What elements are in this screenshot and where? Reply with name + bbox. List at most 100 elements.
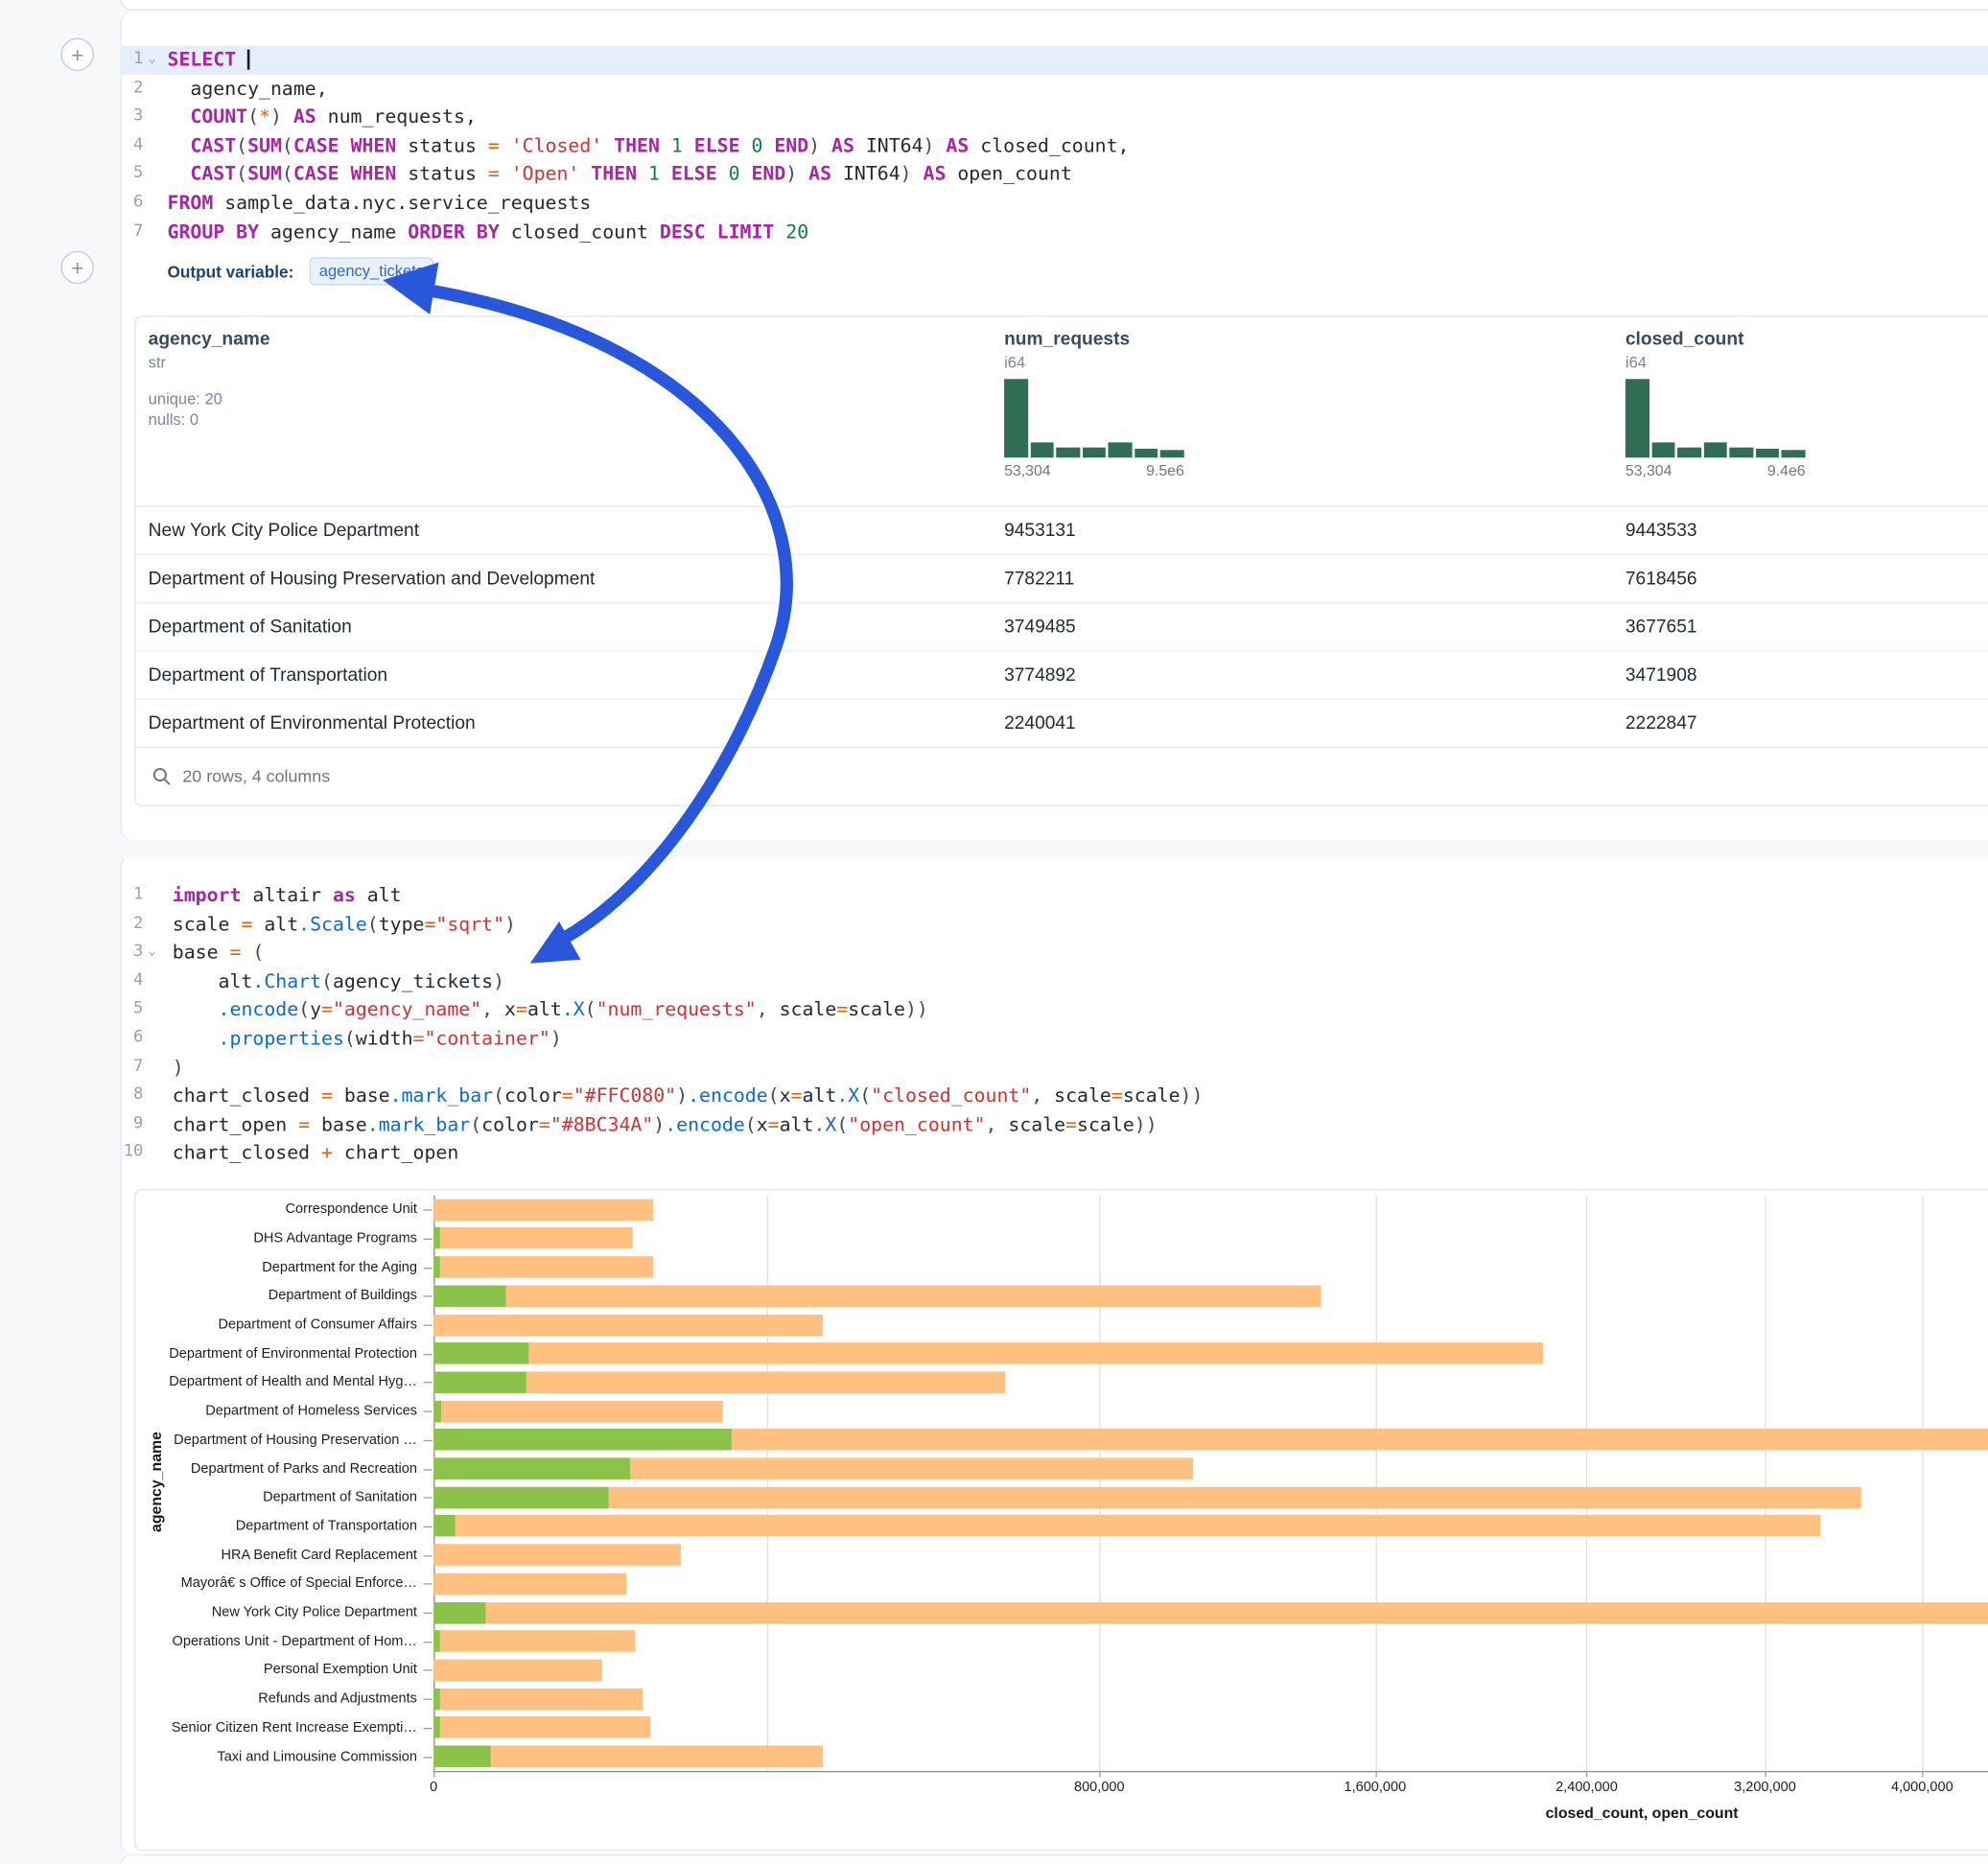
bar-closed[interactable] <box>433 1660 601 1681</box>
code-line[interactable]: 2 agency_name, <box>122 74 1988 103</box>
bar-open[interactable] <box>433 1371 526 1392</box>
table-cell: Department of Environmental Protection <box>149 713 1004 734</box>
code-line[interactable]: 3 COUNT(*) AS num_requests, <box>122 103 1988 131</box>
bar-closed[interactable] <box>433 1516 1820 1537</box>
code-line[interactable]: 5 .encode(y="agency_name", x=alt.X("num_… <box>122 995 1988 1024</box>
bar-closed[interactable] <box>433 1285 1321 1306</box>
y-axis-tick <box>424 1670 433 1671</box>
table-row[interactable]: Department of Sanitation37494853677651 <box>135 602 1988 650</box>
y-axis-tick <box>424 1555 433 1556</box>
code-line[interactable]: 7) <box>122 1053 1988 1082</box>
fold-chevron-icon[interactable]: ⌄ <box>143 939 161 967</box>
bar-open[interactable] <box>433 1429 731 1450</box>
code-line[interactable]: 4 alt.Chart(agency_tickets) <box>122 967 1988 995</box>
histogram-bar <box>1109 443 1133 458</box>
table-cell: Department of Transportation <box>149 665 1004 686</box>
y-axis-label: Personal Exemption Unit <box>135 1660 416 1680</box>
bar-open[interactable] <box>433 1746 491 1767</box>
table-row[interactable]: Department of Housing Preservation and D… <box>135 554 1988 602</box>
bar-closed[interactable] <box>433 1689 643 1710</box>
table-cell: Department of Sanitation <box>149 617 1004 637</box>
fold-chevron-icon[interactable]: ⌄ <box>143 46 161 75</box>
bar-open[interactable] <box>433 1400 441 1421</box>
table-cell: New York City Police Department <box>149 521 1004 541</box>
output-variable-chip[interactable]: agency_tickets <box>309 258 433 286</box>
bar-closed[interactable] <box>433 1314 823 1335</box>
code-line[interactable]: 6 .properties(width="container") <box>122 1024 1988 1053</box>
table-footer: 20 rows, 4 columns <box>135 747 1988 805</box>
bar-closed[interactable] <box>433 1746 823 1767</box>
code-line[interactable]: 4 CAST(SUM(CASE WHEN status = 'Closed' T… <box>122 131 1988 160</box>
y-axis-tick <box>424 1268 433 1269</box>
column-histogram[interactable] <box>1004 380 1184 458</box>
x-axis-label: 1,600,000 <box>1344 1780 1406 1795</box>
bar-open[interactable] <box>433 1631 439 1652</box>
code-text: base = ( <box>161 939 1988 967</box>
code-line[interactable]: 3⌄base = ( <box>122 939 1988 967</box>
bar-open[interactable] <box>433 1602 485 1623</box>
code-text: .properties(width="container") <box>161 1024 1988 1053</box>
bar-closed[interactable] <box>433 1573 626 1595</box>
table-row[interactable]: New York City Police Department945313194… <box>135 507 1988 554</box>
y-axis-label: Correspondence Unit <box>135 1200 416 1220</box>
column-name: num_requests <box>1004 330 1625 350</box>
code-line[interactable]: 8 chart_closed = base.mark_bar(color="#FF… <box>122 1082 1988 1110</box>
code-text: chart_closed = base.mark_bar(color="#FFC… <box>161 1082 1988 1110</box>
fold-chevron-icon <box>143 74 161 103</box>
table-cell: 9443533 <box>1625 521 1988 541</box>
table-row[interactable]: Department of Transportation377489234719… <box>135 650 1988 698</box>
bar-open[interactable] <box>433 1689 440 1710</box>
search-icon[interactable] <box>152 767 172 786</box>
code-line[interactable]: 9chart_open = base.mark_bar(color="#8BC3… <box>122 1110 1988 1139</box>
code-line[interactable]: 1import altair as alt <box>122 881 1988 910</box>
bar-open[interactable] <box>433 1457 630 1479</box>
bar-open[interactable] <box>433 1342 528 1363</box>
bar-closed[interactable] <box>433 1342 1543 1363</box>
table-row[interactable]: Department of Environmental Protection22… <box>135 699 1988 747</box>
code-text: import altair as alt <box>161 881 1988 910</box>
bar-closed[interactable] <box>433 1227 633 1248</box>
bar-open[interactable] <box>433 1486 608 1507</box>
python-editor[interactable]: 1import altair as alt2scale = alt.Scale(… <box>122 857 1988 1168</box>
column-type: str <box>149 354 1004 372</box>
add-cell-button[interactable]: + <box>60 38 93 71</box>
code-text: FROM sample_data.nyc.service_requests <box>161 189 1988 218</box>
code-text: chart_closed + chart_open <box>161 1139 1988 1168</box>
code-text: alt.Chart(agency_tickets) <box>161 967 1988 995</box>
bar-closed[interactable] <box>433 1486 1860 1507</box>
bar-closed[interactable] <box>433 1199 653 1220</box>
code-text: GROUP BY agency_name ORDER BY closed_cou… <box>161 218 1988 246</box>
bar-open[interactable] <box>433 1227 439 1248</box>
code-text: scale = alt.Scale(type="sqrt") <box>161 910 1988 939</box>
code-line[interactable]: 7GROUP BY agency_name ORDER BY closed_co… <box>122 218 1988 246</box>
code-line[interactable]: 1⌄SELECT <box>122 46 1988 75</box>
code-line[interactable]: 10chart_closed + chart_open <box>122 1139 1988 1168</box>
code-line[interactable]: 5 CAST(SUM(CASE WHEN status = 'Open' THE… <box>122 160 1988 189</box>
line-number: 8 <box>122 1082 143 1110</box>
previous-cell-edge <box>121 0 1988 11</box>
column-header[interactable]: num_requestsi6453,3049.5e6 <box>1004 330 1625 506</box>
bar-closed[interactable] <box>433 1717 650 1738</box>
sql-editor[interactable]: 1⌄SELECT 2 agency_name,3 COUNT(*) AS num… <box>122 12 1988 245</box>
bar-closed[interactable] <box>433 1256 653 1277</box>
add-cell-button[interactable]: + <box>60 251 93 284</box>
bar-open[interactable] <box>433 1516 455 1537</box>
code-line[interactable]: 6FROM sample_data.nyc.service_requests <box>122 189 1988 218</box>
code-line[interactable]: 2scale = alt.Scale(type="sqrt") <box>122 910 1988 939</box>
column-header[interactable]: agency_namestrunique: 20nulls: 0 <box>149 330 1004 506</box>
next-cell-edge <box>121 1854 1988 1863</box>
y-axis-label: Refunds and Adjustments <box>135 1689 416 1709</box>
bar-open[interactable] <box>433 1256 440 1277</box>
column-type: i64 <box>1004 354 1625 372</box>
bar-open[interactable] <box>433 1285 505 1306</box>
gridline <box>1765 1196 1766 1771</box>
bar-closed[interactable] <box>433 1602 1988 1623</box>
code-text: CAST(SUM(CASE WHEN status = 'Closed' THE… <box>161 131 1988 160</box>
column-histogram[interactable] <box>1625 380 1806 458</box>
bar-closed[interactable] <box>433 1631 635 1652</box>
bar-open[interactable] <box>433 1717 439 1738</box>
bar-closed[interactable] <box>433 1545 680 1566</box>
column-header[interactable]: closed_counti6453,3049.4e6 <box>1625 330 1988 506</box>
bar-closed[interactable] <box>433 1400 723 1421</box>
y-axis-label: Department of Homeless Services <box>135 1401 416 1421</box>
